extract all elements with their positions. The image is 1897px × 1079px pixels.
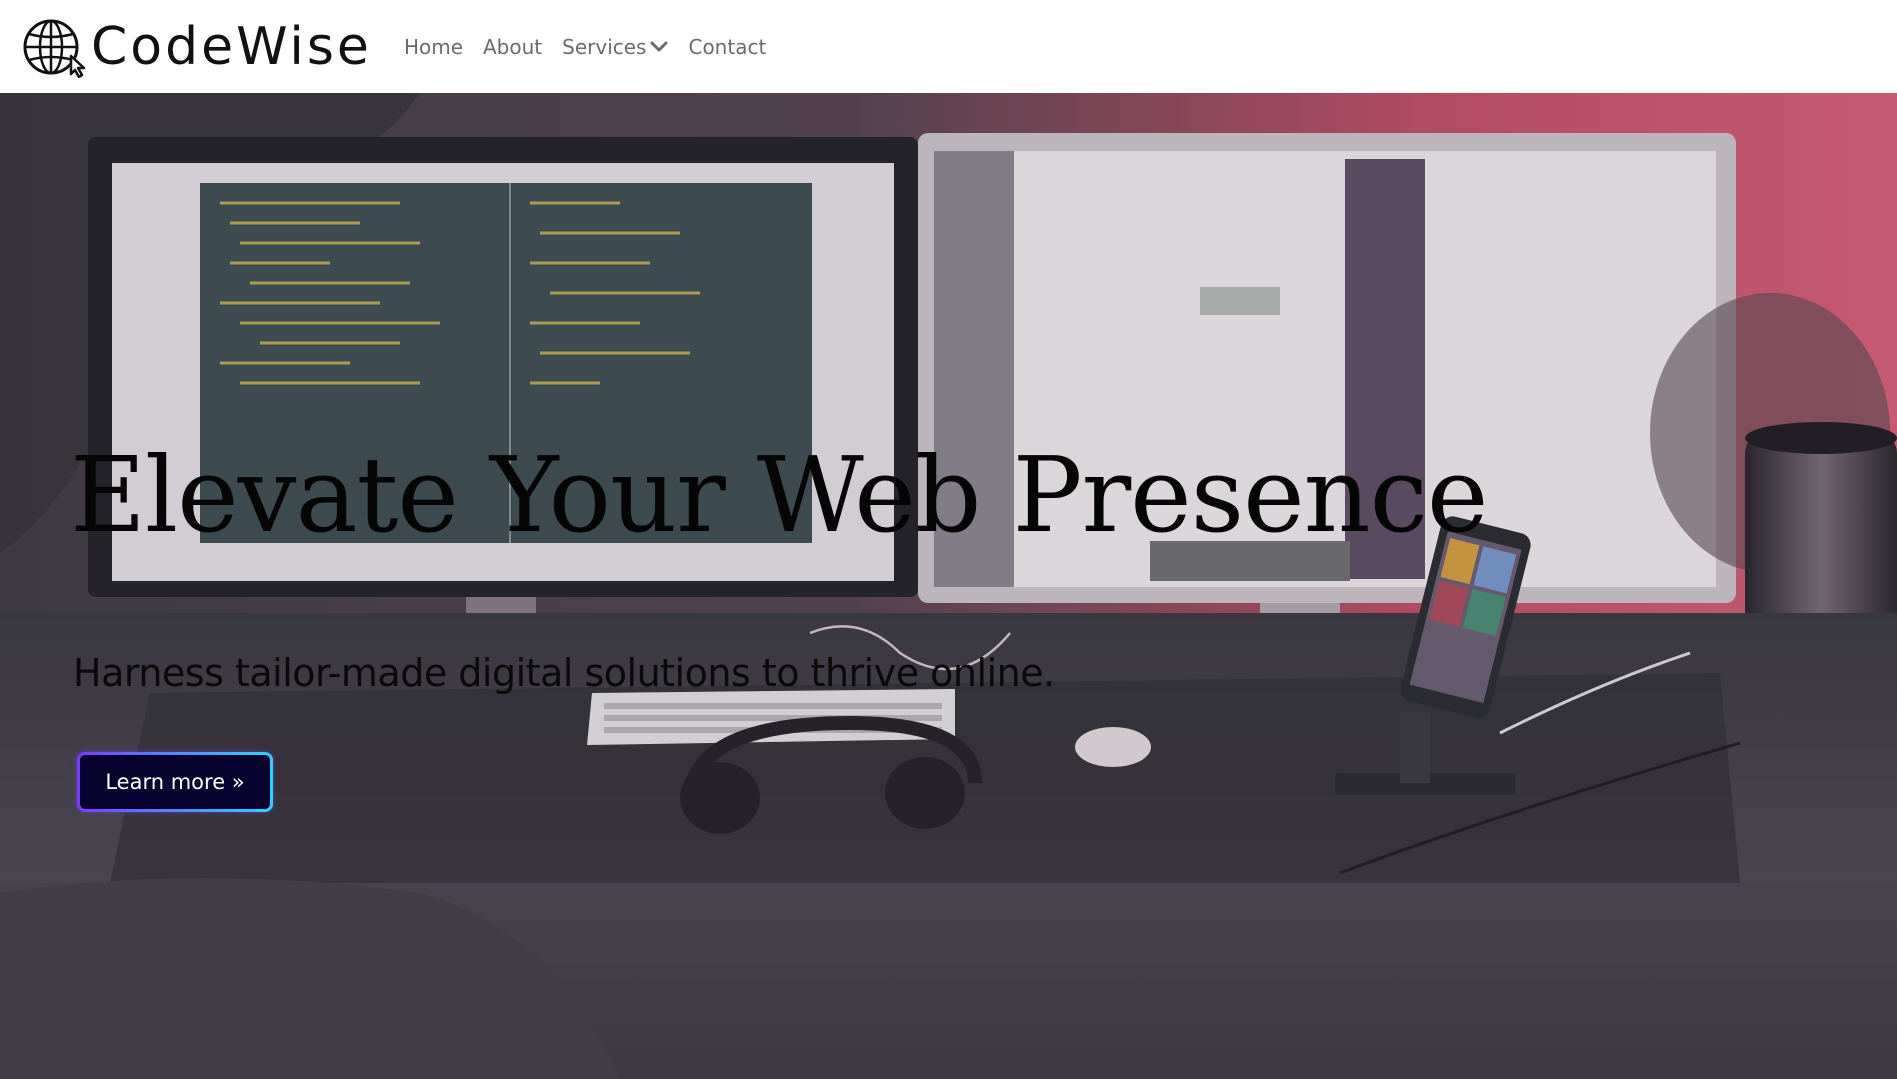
- hero-title: Elevate Your Web Presence: [70, 434, 1488, 556]
- nav-contact-label: Contact: [688, 34, 767, 59]
- nav-about-label: About: [483, 34, 543, 59]
- nav-contact[interactable]: Contact: [688, 35, 766, 59]
- hero-section: Elevate Your Web Presence Harness tailor…: [0, 93, 1897, 1079]
- hero-dim-overlay: [0, 93, 1897, 1079]
- brand-link[interactable]: CodeWise: [21, 0, 372, 93]
- main-nav: Home About Services Contact: [404, 35, 786, 59]
- chevron-down-icon: [650, 41, 668, 51]
- nav-about[interactable]: About: [483, 35, 542, 59]
- navbar: CodeWise Home About Services Contact: [0, 0, 1897, 93]
- globe-cursor-icon: [23, 19, 86, 78]
- nav-home-label: Home: [403, 34, 463, 59]
- nav-services-dropdown[interactable]: Services: [562, 35, 668, 59]
- learn-more-button[interactable]: Learn more »: [77, 752, 273, 812]
- hero-subtitle: Harness tailor-made digital solutions to…: [73, 651, 1055, 695]
- nav-home[interactable]: Home: [404, 35, 463, 59]
- brand-name: CodeWise: [91, 16, 372, 77]
- nav-services-label: Services: [562, 34, 647, 59]
